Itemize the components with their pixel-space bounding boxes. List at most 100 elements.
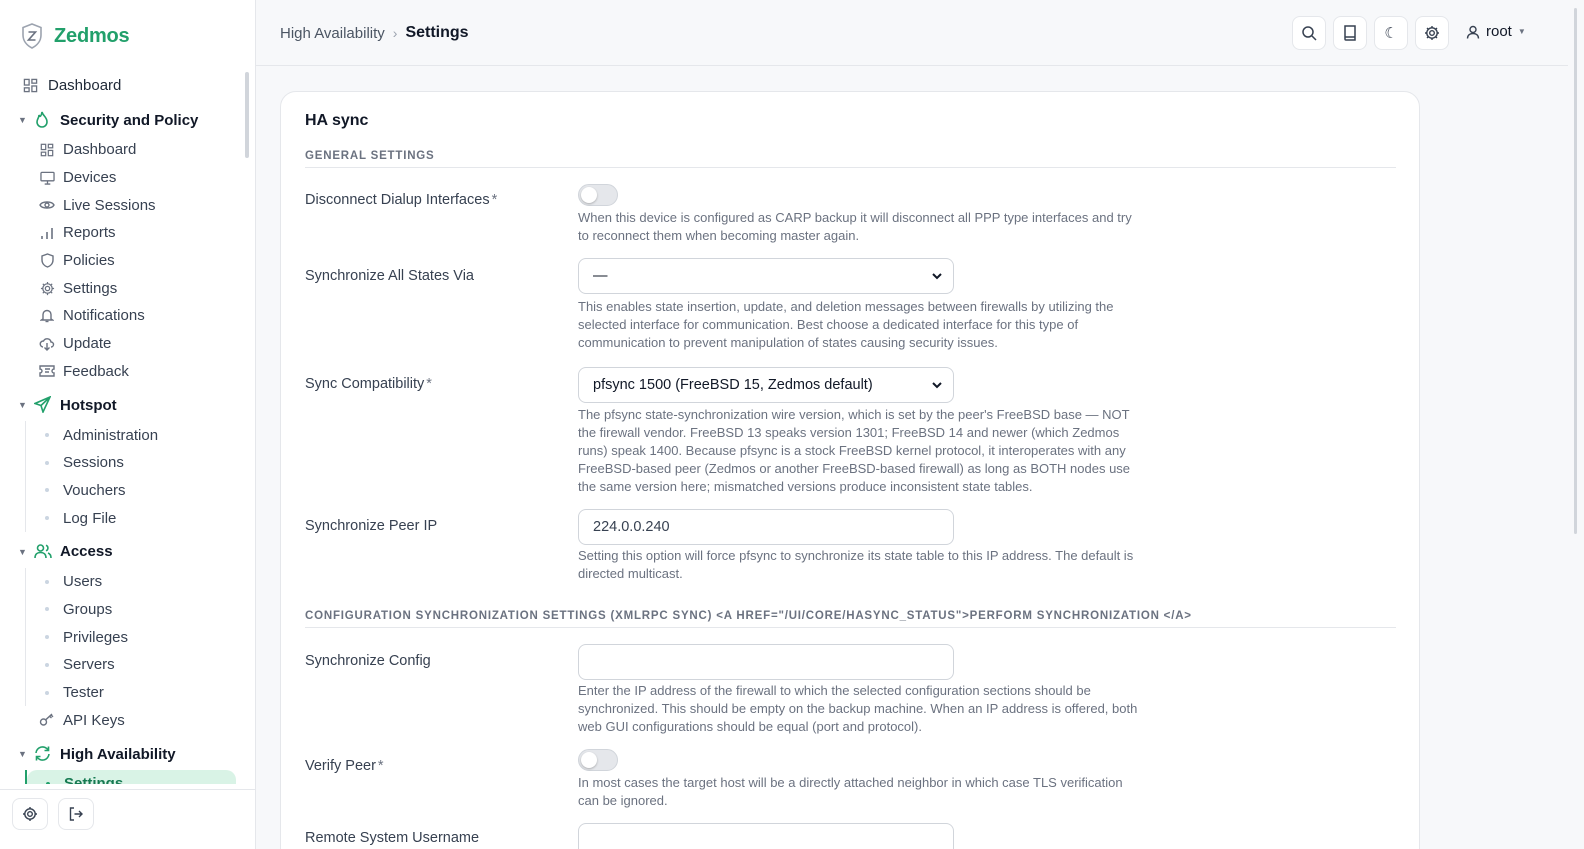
bullet-icon — [39, 516, 55, 521]
sync-states-select[interactable]: — — [578, 258, 954, 294]
brand[interactable]: Zedmos — [20, 22, 130, 50]
sidebar-group-ha: ▼ High Availability Settings — [0, 738, 244, 784]
sidebar: Zedmos Dashboard ▼ Security and Policy D… — [0, 0, 256, 849]
section-general-settings: General Settings — [305, 150, 1396, 168]
group-header-hotspot[interactable]: ▼ Hotspot — [0, 389, 244, 421]
sidebar-item-api-keys[interactable]: API Keys — [0, 706, 244, 734]
sync-compat-select[interactable]: pfsync 1500 (FreeBSD 15, Zedmos default) — [578, 367, 954, 403]
required-marker: * — [377, 758, 384, 774]
sidebar-item-update[interactable]: Update — [0, 330, 244, 358]
sidebar-item-label: Live Sessions — [63, 196, 156, 214]
user-icon — [1466, 25, 1480, 39]
sidebar-item-label: Groups — [63, 600, 113, 618]
sidebar-item-servers[interactable]: Servers — [26, 651, 244, 679]
sidebar-item-policies[interactable]: Policies — [0, 247, 244, 275]
sync-states-help: This enables state insertion, update, an… — [578, 299, 1114, 350]
sidebar-group-hotspot: ▼ Hotspot Administration Sessions Vouche… — [0, 389, 244, 532]
disconnect-dialup-toggle[interactable] — [578, 184, 618, 206]
sidebar-footer — [0, 789, 256, 849]
sync-config-label: Synchronize Config — [305, 653, 431, 669]
field-label: Sync Compatibility — [305, 376, 425, 392]
header-settings-button[interactable] — [1415, 16, 1449, 50]
caret-down-icon: ▼ — [1517, 27, 1526, 36]
logout-icon — [69, 807, 83, 821]
group-label: Access — [60, 543, 113, 561]
sidebar-item-sessions[interactable]: Sessions — [26, 449, 244, 477]
sidebar-item-administration[interactable]: Administration — [26, 421, 244, 449]
bullet-icon — [39, 607, 55, 612]
sidebar-item-log-file[interactable]: Log File — [26, 504, 244, 532]
caret-down-icon: ▼ — [18, 400, 27, 411]
chevron-down-icon — [932, 273, 942, 280]
sidebar-item-label: Dashboard — [48, 76, 122, 94]
peer-ip-label: Synchronize Peer IP — [305, 518, 438, 534]
peer-ip-input[interactable]: 224.0.0.240 — [578, 509, 954, 545]
sync-config-input[interactable] — [578, 644, 954, 680]
sidebar-item-privileges[interactable]: Privileges — [26, 623, 244, 651]
shield-logo-icon — [22, 23, 42, 49]
sidebar-item-live-sessions[interactable]: Live Sessions — [0, 191, 244, 219]
bullet-icon — [39, 433, 55, 438]
bullet-icon — [40, 781, 56, 784]
sidebar-item-users[interactable]: Users — [26, 568, 244, 596]
bullet-icon — [39, 460, 55, 465]
group-label: High Availability — [60, 745, 176, 763]
chevron-right-icon: › — [392, 25, 398, 41]
sidebar-item-label: Reports — [63, 224, 116, 242]
sidebar-item-label: Privileges — [63, 628, 129, 646]
sidebar-item-label: Devices — [63, 169, 117, 187]
remote-username-input[interactable] — [578, 823, 954, 849]
theme-toggle-button[interactable]: ☾ — [1374, 16, 1408, 50]
gear-icon — [23, 807, 37, 821]
footer-settings-button[interactable] — [12, 798, 48, 830]
disconnect-dialup-help: When this device is configured as CARP b… — [578, 210, 1132, 243]
sidebar-item-feedback[interactable]: Feedback — [0, 358, 244, 386]
monitor-icon — [39, 170, 55, 186]
section-config-sync: Configuration Synchronization Settings (… — [305, 610, 1396, 628]
sidebar-item-tester[interactable]: Tester — [26, 679, 244, 707]
sidebar-item-label: Log File — [63, 509, 117, 527]
page-scrollbar-thumb[interactable] — [1574, 8, 1577, 534]
grid-icon — [22, 77, 38, 93]
sidebar-item-dashboard[interactable]: Dashboard — [0, 70, 244, 100]
user-menu[interactable]: root ▼ — [1466, 23, 1526, 40]
sidebar-group-access: ▼ Access Users Groups Privileges Servers… — [0, 536, 244, 734]
disconnect-dialup-label: Disconnect Dialup Interfaces * — [305, 192, 497, 208]
breadcrumb-parent[interactable]: High Availability — [280, 25, 385, 42]
search-button[interactable] — [1292, 16, 1326, 50]
verify-peer-toggle[interactable] — [578, 749, 618, 771]
group-header-security[interactable]: ▼ Security and Policy — [0, 104, 244, 136]
sidebar-scrollbar[interactable] — [245, 72, 249, 158]
docs-button[interactable] — [1333, 16, 1367, 50]
bullet-icon — [39, 662, 55, 667]
users-icon — [34, 543, 52, 561]
refresh-icon — [34, 745, 52, 763]
sidebar-item-label: Update — [63, 335, 112, 353]
sidebar-item-groups[interactable]: Groups — [26, 596, 244, 624]
sidebar-item-label: Feedback — [63, 362, 129, 380]
field-label: Verify Peer — [305, 758, 376, 774]
card-title: HA sync — [305, 112, 369, 129]
group-header-access[interactable]: ▼ Access — [0, 536, 244, 568]
logout-button[interactable] — [58, 798, 94, 830]
sidebar-item-label: Settings — [63, 279, 118, 297]
top-header: High Availability › Settings ☾ root ▼ — [256, 0, 1568, 66]
sidebar-item-reports[interactable]: Reports — [0, 219, 244, 247]
page-title: Settings — [405, 24, 469, 41]
sidebar-item-label: Users — [63, 573, 103, 591]
caret-down-icon: ▼ — [18, 546, 27, 557]
page-scrollbar[interactable] — [1568, 0, 1584, 849]
peer-ip-help: Setting this option will force pfsync to… — [578, 548, 1134, 581]
sidebar-item-notifications[interactable]: Notifications — [0, 302, 244, 330]
shield-icon — [39, 253, 55, 269]
sidebar-item-sp-dashboard[interactable]: Dashboard — [0, 136, 244, 164]
sidebar-item-devices[interactable]: Devices — [0, 164, 244, 192]
sync-compat-label: Sync Compatibility * — [305, 376, 432, 392]
ha-sync-card: HA sync General Settings Disconnect Dial… — [280, 91, 1420, 849]
sidebar-item-vouchers[interactable]: Vouchers — [26, 477, 244, 505]
group-header-ha[interactable]: ▼ High Availability — [0, 738, 244, 770]
sidebar-item-ha-settings[interactable]: Settings — [27, 770, 236, 784]
sidebar-item-settings[interactable]: Settings — [0, 274, 244, 302]
sync-states-label: Synchronize All States Via — [305, 268, 474, 284]
user-name: root — [1486, 23, 1512, 40]
